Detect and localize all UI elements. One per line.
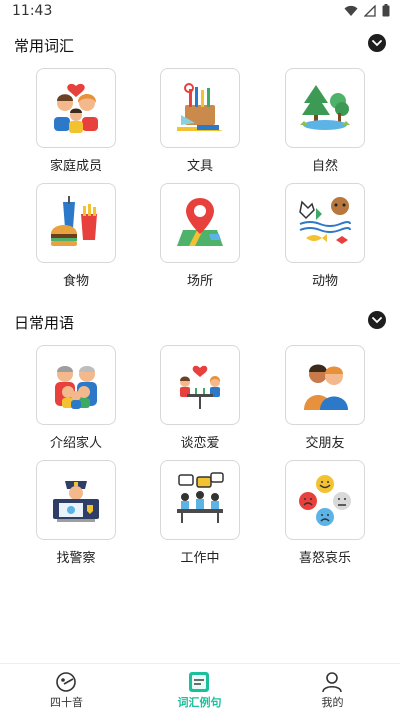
nav-item-vocab[interactable]: 词汇例句 — [133, 664, 266, 712]
tile-label: 场所 — [186, 274, 213, 289]
section-header-vocab: 常用词汇 — [0, 30, 400, 60]
tile-label: 动物 — [311, 274, 338, 289]
meeting-icon — [177, 472, 224, 523]
signal-icon — [364, 4, 376, 17]
tile-stationery[interactable]: 文具 — [160, 68, 240, 174]
wifi-icon — [344, 5, 358, 16]
tile-label: 交朋友 — [305, 436, 345, 451]
stationery-icon — [177, 83, 223, 131]
introduce-family-icon — [55, 366, 97, 409]
status-bar: 11:43 — [0, 0, 400, 24]
tile-label: 自然 — [311, 159, 338, 174]
animals-icon — [299, 197, 351, 244]
chevron-down-icon — [372, 316, 382, 323]
tile-label: 谈恋爱 — [180, 436, 220, 451]
bottom-nav: 四十音 词汇例句 我的 — [0, 663, 400, 712]
tile-nature[interactable]: 自然 — [285, 68, 365, 174]
kana-icon — [56, 672, 76, 692]
vocab-icon — [189, 672, 209, 692]
family-icon — [54, 83, 98, 133]
tile-work[interactable]: 工作中 — [160, 460, 240, 566]
tile-label: 家庭成员 — [49, 159, 102, 174]
tile-label: 找警察 — [56, 551, 96, 566]
tile-label: 介绍家人 — [49, 436, 102, 451]
tile-label: 工作中 — [180, 551, 220, 566]
nav-label: 四十音 — [50, 696, 83, 709]
tile-emotions[interactable]: 喜怒哀乐 — [285, 460, 365, 566]
collapse-toggle[interactable] — [368, 311, 386, 329]
emotions-icon — [299, 475, 351, 526]
section-header-phrases: 日常用语 — [0, 307, 400, 337]
tile-food[interactable]: 食物 — [36, 183, 116, 289]
tile-police[interactable]: 找警察 — [36, 460, 116, 566]
friends-icon — [304, 364, 348, 410]
nav-item-kana[interactable]: 四十音 — [0, 664, 133, 712]
date-icon — [180, 365, 221, 409]
police-icon — [53, 481, 99, 522]
nav-label: 词汇例句 — [177, 696, 222, 709]
tile-label: 文具 — [186, 159, 213, 174]
tile-date[interactable]: 谈恋爱 — [160, 345, 240, 451]
battery-icon — [382, 4, 390, 17]
collapse-toggle[interactable] — [368, 34, 386, 52]
nav-label: 我的 — [321, 696, 344, 709]
chevron-down-icon — [372, 39, 382, 46]
tile-place[interactable]: 场所 — [160, 183, 240, 289]
tile-label: 食物 — [62, 274, 89, 289]
section-title: 常用词汇 — [14, 37, 75, 55]
section-title: 日常用语 — [14, 314, 75, 332]
status-time: 11:43 — [12, 3, 53, 19]
map-pin-icon — [177, 198, 223, 246]
nav-item-profile[interactable]: 我的 — [266, 664, 399, 712]
tile-label: 喜怒哀乐 — [298, 551, 351, 566]
profile-icon — [322, 672, 342, 693]
nature-icon — [300, 85, 350, 130]
tile-introduce-family[interactable]: 介绍家人 — [36, 345, 116, 451]
tile-friends[interactable]: 交朋友 — [285, 345, 365, 451]
status-icons — [344, 4, 390, 17]
food-icon — [51, 196, 97, 246]
tile-family[interactable]: 家庭成员 — [36, 68, 116, 174]
tile-animals[interactable]: 动物 — [285, 183, 365, 289]
